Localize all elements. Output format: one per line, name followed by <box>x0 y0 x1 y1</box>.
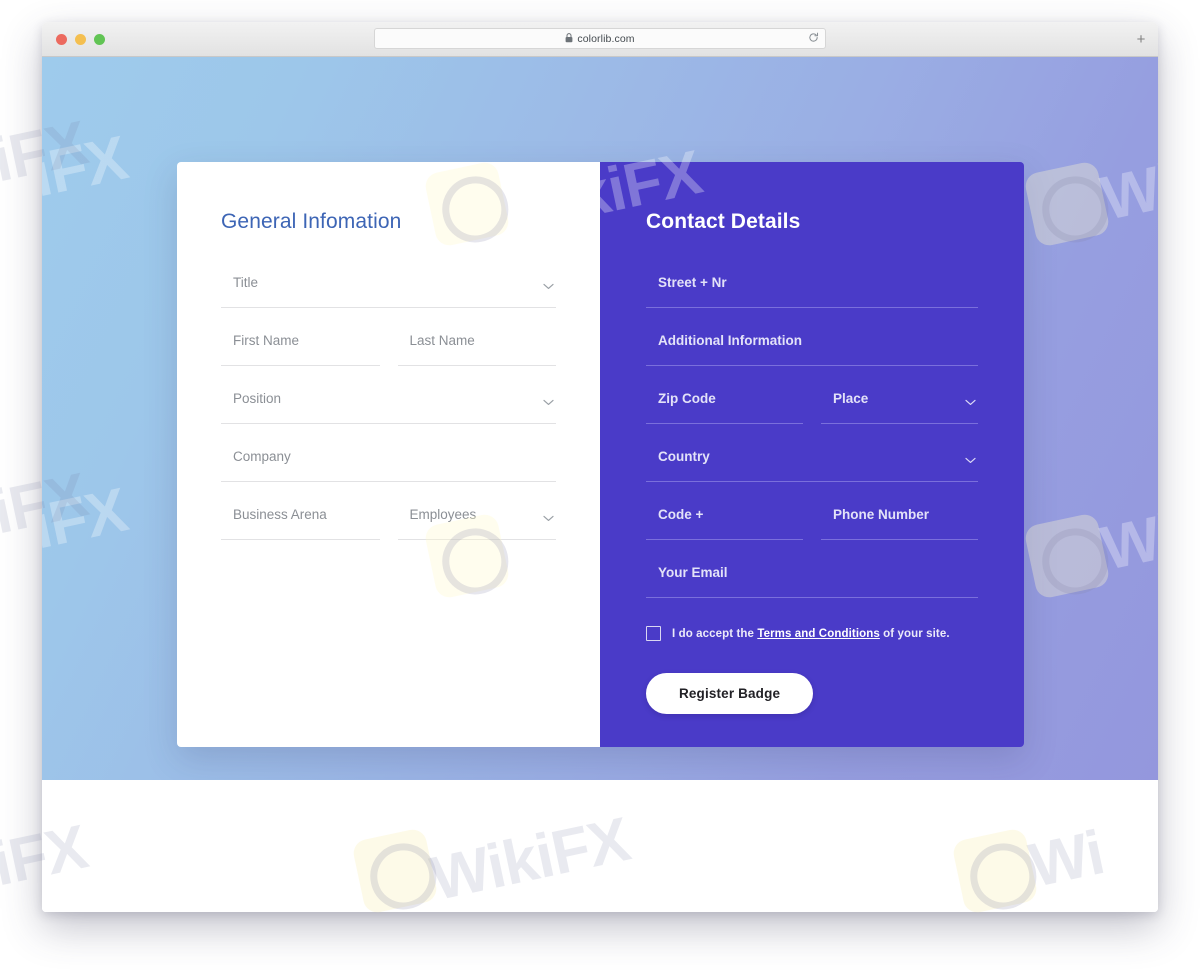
chevron-down-icon <box>543 393 554 411</box>
position-label: Position <box>233 391 282 406</box>
form-row: Title <box>221 274 556 308</box>
business-arena-input[interactable]: Business Arena <box>221 506 380 540</box>
form-row: Code + Phone Number <box>646 506 978 540</box>
watermark-logo <box>1023 512 1111 600</box>
accept-terms-text: I do accept the Terms and Conditions of … <box>672 628 950 640</box>
watermark-text: Wi <box>1095 151 1158 234</box>
maximize-window-button[interactable] <box>94 33 105 45</box>
additional-information-input[interactable]: Additional Information <box>646 332 978 366</box>
phone-number-label: Phone Number <box>833 507 930 522</box>
page-bottom-section <box>42 780 1158 912</box>
last-name-label: Last Name <box>409 333 475 348</box>
field-underline <box>646 481 978 482</box>
general-information-panel: General Infomation Title First Name Last… <box>177 162 600 747</box>
chevron-down-icon <box>543 509 554 527</box>
first-name-input[interactable]: First Name <box>221 332 380 366</box>
email-input[interactable]: Your Email <box>646 564 978 598</box>
country-select[interactable]: Country <box>646 448 978 482</box>
registration-form-card: General Infomation Title First Name Last… <box>177 162 1024 747</box>
last-name-input[interactable]: Last Name <box>397 332 556 366</box>
field-underline <box>646 539 803 540</box>
title-label: Title <box>233 275 259 290</box>
browser-titlebar: colorlib.com + <box>42 22 1158 57</box>
address-bar-content: colorlib.com <box>565 30 635 48</box>
position-select[interactable]: Position <box>221 390 556 424</box>
country-label: Country <box>658 449 710 464</box>
company-input[interactable]: Company <box>221 448 556 482</box>
terms-acceptance-row: I do accept the Terms and Conditions of … <box>646 626 978 641</box>
screenshot-root: colorlib.com + General Infomation Title … <box>0 0 1200 972</box>
terms-and-conditions-link[interactable]: Terms and Conditions <box>757 628 880 640</box>
field-underline <box>221 423 556 424</box>
field-underline <box>397 539 556 540</box>
business-arena-label: Business Arena <box>233 507 327 522</box>
general-information-heading: General Infomation <box>221 210 402 233</box>
additional-information-label: Additional Information <box>658 333 802 348</box>
company-label: Company <box>233 449 291 464</box>
minimize-window-button[interactable] <box>75 33 86 45</box>
country-code-input[interactable]: Code + <box>646 506 803 540</box>
contact-details-panel: Contact Details Street + Nr Additional I… <box>600 162 1024 747</box>
place-label: Place <box>833 391 869 406</box>
contact-details-heading: Contact Details <box>646 210 801 233</box>
zip-code-input[interactable]: Zip Code <box>646 390 803 424</box>
form-row: Your Email <box>646 564 978 598</box>
street-input[interactable]: Street + Nr <box>646 274 978 308</box>
form-row: First Name Last Name <box>221 332 556 366</box>
field-underline <box>221 481 556 482</box>
title-select[interactable]: Title <box>221 274 556 308</box>
form-row: Zip Code Place <box>646 390 978 424</box>
place-select[interactable]: Place <box>821 390 978 424</box>
form-row: Position <box>221 390 556 424</box>
reload-icon[interactable] <box>808 30 819 48</box>
hero-gradient-section: General Infomation Title First Name Last… <box>42 57 1158 780</box>
field-underline <box>646 307 978 308</box>
field-underline <box>646 423 803 424</box>
watermark-text: kiFX <box>42 123 133 218</box>
address-bar-url: colorlib.com <box>577 32 635 45</box>
close-window-button[interactable] <box>56 33 67 45</box>
window-controls <box>56 33 105 45</box>
lock-icon <box>565 30 573 48</box>
accept-terms-suffix: of your site. <box>879 627 950 640</box>
form-row: Additional Information <box>646 332 978 366</box>
employees-label: Employees <box>409 507 477 522</box>
address-bar[interactable]: colorlib.com <box>374 28 826 49</box>
email-label: Your Email <box>658 565 728 580</box>
register-badge-button[interactable]: Register Badge <box>646 673 814 714</box>
phone-number-input[interactable]: Phone Number <box>821 506 978 540</box>
form-row: Street + Nr <box>646 274 978 308</box>
field-underline <box>646 597 978 598</box>
zip-code-label: Zip Code <box>658 391 716 406</box>
accept-terms-prefix: I do accept the <box>672 627 758 640</box>
field-underline <box>221 307 556 308</box>
field-underline <box>646 365 978 366</box>
field-underline <box>397 365 556 366</box>
browser-window: colorlib.com + General Infomation Title … <box>42 22 1158 912</box>
field-underline <box>221 365 380 366</box>
chevron-down-icon <box>965 451 976 469</box>
watermark-logo <box>1023 160 1111 248</box>
field-underline <box>221 539 380 540</box>
form-row: Business Arena Employees <box>221 506 556 540</box>
street-label: Street + Nr <box>658 275 727 290</box>
employees-select[interactable]: Employees <box>397 506 556 540</box>
country-code-label: Code + <box>658 507 704 522</box>
watermark-text: kiFX <box>42 475 133 570</box>
page-viewport: General Infomation Title First Name Last… <box>42 57 1158 912</box>
field-underline <box>821 539 978 540</box>
chevron-down-icon <box>965 393 976 411</box>
watermark-text: Wi <box>1095 501 1158 584</box>
first-name-label: First Name <box>233 333 300 348</box>
field-underline <box>821 423 978 424</box>
form-row: Company <box>221 448 556 482</box>
new-tab-button[interactable]: + <box>1130 28 1152 50</box>
form-row: Country <box>646 448 978 482</box>
chevron-down-icon <box>543 277 554 295</box>
accept-terms-checkbox[interactable] <box>646 626 661 641</box>
